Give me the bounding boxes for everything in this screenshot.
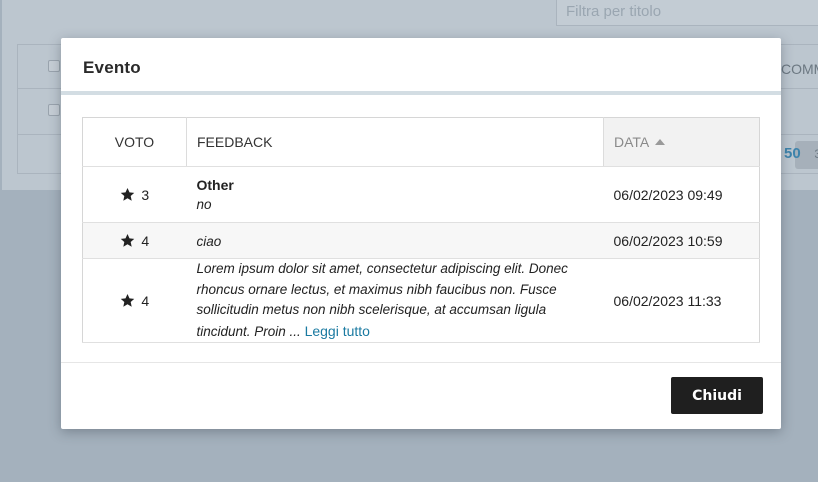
row-checkbox <box>48 104 60 116</box>
read-more-link[interactable]: Leggi tutto <box>305 323 370 339</box>
vote-cell: 4 <box>82 258 187 343</box>
column-header-date-label: DATA <box>614 134 650 150</box>
table-row: 4 ciao 06/02/2023 10:59 <box>82 222 760 259</box>
feedback-text: ciao <box>196 233 222 249</box>
feedback-cell: Lorem ipsum dolor sit amet, consectetur … <box>186 258 604 343</box>
feedback-text: Lorem ipsum dolor sit amet, consectetur … <box>197 259 594 342</box>
feedback-cell: Other no <box>186 166 604 223</box>
vote-value: 3 <box>141 186 150 203</box>
column-header-date[interactable]: DATA <box>603 117 760 167</box>
feedback-text: no <box>196 197 212 212</box>
feedback-text-truncated: Lorem ipsum dolor sit amet, consectetur … <box>196 261 568 339</box>
vote-value: 4 <box>141 232 150 249</box>
column-header-feedback: FEEDBACK <box>186 117 604 167</box>
sort-ascending-icon[interactable] <box>655 139 666 145</box>
date-cell: 06/02/2023 09:49 <box>603 166 760 223</box>
star-icon <box>121 187 135 201</box>
feedback-cell: ciao <box>186 222 604 259</box>
feedback-title: Other <box>196 177 234 193</box>
modal-title: Evento <box>83 58 141 77</box>
table-row: 4 Lorem ipsum dolor sit amet, consectetu… <box>82 258 760 343</box>
star-icon <box>121 293 135 307</box>
vote-cell: 4 <box>82 222 187 259</box>
column-header-vote: VOTO <box>82 117 187 167</box>
modal-body: VOTO FEEDBACK DATA 3 Other no 06/02/2023… <box>61 95 781 362</box>
date-cell: 06/02/2023 11:33 <box>603 258 760 343</box>
filter-input: Filtra per titolo <box>556 0 818 26</box>
table-header-row: VOTO FEEDBACK DATA <box>82 117 760 167</box>
vote-cell: 3 <box>82 166 187 223</box>
background-column-header: COMM <box>781 61 818 77</box>
close-button[interactable]: Chiudi <box>671 377 763 414</box>
table-row: 3 Other no 06/02/2023 09:49 <box>82 166 760 223</box>
modal-header: Evento <box>61 38 781 95</box>
star-icon <box>121 233 135 247</box>
vote-value: 4 <box>141 292 150 309</box>
event-modal: Evento VOTO FEEDBACK DATA 3 Other no 06/… <box>61 38 781 429</box>
select-all-checkbox <box>48 60 60 72</box>
modal-footer: Chiudi <box>61 362 781 429</box>
feedback-table: VOTO FEEDBACK DATA 3 Other no 06/02/2023… <box>82 117 760 343</box>
background-count: 50 <box>784 145 801 162</box>
date-cell: 06/02/2023 10:59 <box>603 222 760 259</box>
